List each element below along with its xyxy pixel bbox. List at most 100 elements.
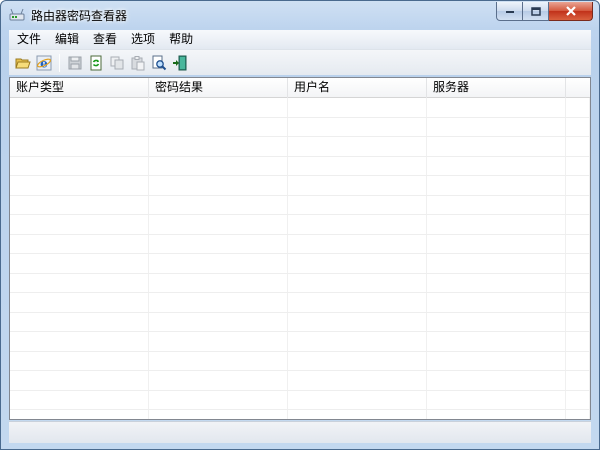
toolbar: e [9, 49, 591, 75]
empty-cell [427, 254, 566, 273]
empty-cell [427, 234, 566, 253]
save-button[interactable] [65, 53, 85, 73]
menu-options[interactable]: 选项 [123, 30, 161, 49]
empty-cell [566, 195, 590, 214]
maximize-button[interactable] [523, 2, 549, 21]
empty-row [10, 234, 590, 254]
empty-cell [566, 254, 590, 273]
close-button[interactable] [549, 2, 593, 21]
ie-button[interactable]: e [34, 53, 54, 73]
app-icon [9, 8, 25, 21]
empty-cell [288, 312, 427, 331]
empty-row [10, 137, 590, 157]
paste-icon [131, 55, 145, 70]
status-bar [9, 421, 591, 443]
empty-cell [149, 215, 288, 234]
empty-cell [427, 410, 566, 419]
empty-row [10, 117, 590, 137]
empty-cell [288, 410, 427, 419]
empty-cell [566, 273, 590, 292]
empty-cell [288, 137, 427, 156]
empty-cell [288, 117, 427, 136]
empty-cell [288, 273, 427, 292]
find-icon [152, 55, 167, 70]
empty-cell [10, 117, 149, 136]
empty-cell [288, 195, 427, 214]
empty-cell [10, 254, 149, 273]
empty-cell [566, 156, 590, 175]
empty-cell [10, 410, 149, 419]
empty-cell [427, 117, 566, 136]
empty-cell [10, 293, 149, 312]
paste-button[interactable] [128, 53, 148, 73]
empty-cell [10, 156, 149, 175]
empty-row [10, 195, 590, 215]
exit-button[interactable] [170, 53, 190, 73]
find-button[interactable] [149, 53, 169, 73]
refresh-button[interactable] [86, 53, 106, 73]
caption-buttons [496, 2, 593, 22]
column-password-result[interactable]: 密码结果 [149, 78, 288, 98]
column-account-type[interactable]: 账户类型 [10, 78, 149, 98]
empty-cell [149, 371, 288, 390]
menu-edit[interactable]: 编辑 [47, 30, 85, 49]
empty-cell [566, 137, 590, 156]
empty-cell [427, 273, 566, 292]
copy-button[interactable] [107, 53, 127, 73]
exit-icon [173, 55, 187, 70]
list-header: 账户类型 密码结果 用户名 服务器 [10, 78, 590, 98]
refresh-icon [90, 55, 102, 70]
empty-cell [288, 176, 427, 195]
title-bar[interactable]: 路由器密码查看器 [1, 1, 599, 30]
empty-cell [566, 312, 590, 331]
list-body [10, 98, 590, 419]
empty-cell [149, 312, 288, 331]
empty-cell [10, 234, 149, 253]
empty-cell [427, 312, 566, 331]
empty-cell [427, 371, 566, 390]
empty-row [10, 371, 590, 391]
empty-row [10, 293, 590, 313]
menu-view[interactable]: 查看 [85, 30, 123, 49]
empty-cell [427, 195, 566, 214]
empty-cell [149, 254, 288, 273]
minimize-button[interactable] [496, 2, 523, 21]
empty-cell [149, 117, 288, 136]
empty-row [10, 273, 590, 293]
empty-cell [288, 293, 427, 312]
empty-cell [10, 176, 149, 195]
empty-cell [427, 332, 566, 351]
empty-cell [10, 273, 149, 292]
menu-file[interactable]: 文件 [9, 30, 47, 49]
empty-cell [288, 332, 427, 351]
empty-cell [10, 312, 149, 331]
ie-icon: e [36, 55, 52, 70]
open-button[interactable] [13, 53, 33, 73]
column-username[interactable]: 用户名 [288, 78, 427, 98]
empty-cell [10, 371, 149, 390]
empty-cell [10, 195, 149, 214]
close-icon [565, 6, 576, 16]
empty-cell [149, 195, 288, 214]
empty-cell [427, 390, 566, 409]
toolbar-separator [59, 53, 60, 72]
menu-help[interactable]: 帮助 [161, 30, 199, 49]
empty-cell [149, 156, 288, 175]
empty-cell [427, 215, 566, 234]
account-list[interactable]: 账户类型 密码结果 用户名 服务器 [9, 77, 591, 420]
empty-cell [566, 293, 590, 312]
empty-cell [288, 98, 427, 117]
empty-cell [566, 98, 590, 117]
empty-cell [10, 390, 149, 409]
empty-cell [149, 234, 288, 253]
empty-row [10, 98, 590, 118]
empty-cell [288, 390, 427, 409]
empty-cell [427, 137, 566, 156]
empty-row [10, 215, 590, 235]
column-server[interactable]: 服务器 [427, 78, 566, 98]
empty-cell [149, 176, 288, 195]
main-window: 路由器密码查看器 文件 编辑 查看 选项 帮助 e 账户类型 密码结果 用户名 … [0, 0, 600, 450]
empty-cell [288, 156, 427, 175]
empty-cell [427, 98, 566, 117]
empty-cell [288, 234, 427, 253]
